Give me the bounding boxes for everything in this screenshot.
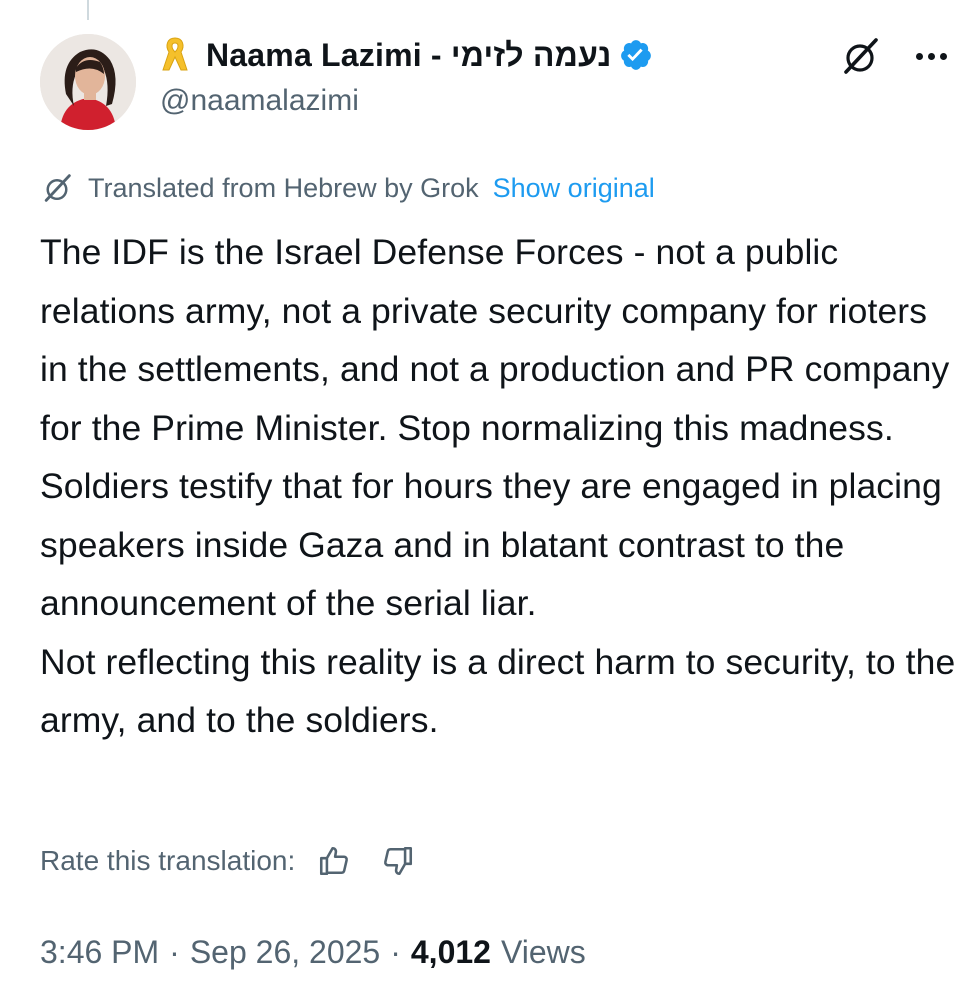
tweet-date[interactable]: Sep 26, 2025 <box>190 934 380 971</box>
translation-notice-text: Translated from Hebrew by Grok <box>88 172 479 203</box>
meta-separator: · <box>390 933 401 970</box>
tweet-time[interactable]: 3:46 PM <box>40 934 159 971</box>
tweet-meta: 3:46 PM · Sep 26, 2025 · 4,012 Views <box>40 928 586 976</box>
rate-translation: Rate this translation: <box>40 838 415 884</box>
thumbs-up-icon[interactable] <box>317 844 351 878</box>
grok-icon[interactable] <box>838 34 882 78</box>
more-options-icon[interactable] <box>916 34 947 78</box>
tweet-text: The IDF is the Israel Defense Forces - n… <box>40 223 960 750</box>
views-label[interactable]: Views <box>501 934 586 971</box>
tweet-paragraph: The IDF is the Israel Defense Forces - n… <box>40 232 950 448</box>
author-display-name[interactable]: Naama Lazimi - נעמה לזימי <box>206 37 611 74</box>
tweet-header: Naama Lazimi - נעמה לזימי @naamalazimi <box>160 30 947 130</box>
thread-line <box>87 0 89 20</box>
avatar[interactable] <box>40 34 136 130</box>
yellow-ribbon-icon <box>162 37 188 71</box>
verified-badge-icon[interactable] <box>619 38 653 72</box>
translation-notice: Translated from Hebrew by Grok Show orig… <box>40 168 655 208</box>
show-original-link[interactable]: Show original <box>493 173 655 204</box>
thumbs-down-icon[interactable] <box>381 844 415 878</box>
header-actions <box>838 34 947 78</box>
avatar-image <box>40 34 136 130</box>
views-count[interactable]: 4,012 <box>411 934 491 971</box>
name-row: Naama Lazimi - נעמה לזימי <box>160 30 947 80</box>
rate-translation-label: Rate this translation: <box>40 845 296 876</box>
tweet-paragraph: Soldiers testify that for hours they are… <box>40 466 942 623</box>
author-handle[interactable]: @naamalazimi <box>160 84 947 118</box>
meta-separator: · <box>169 933 180 970</box>
grok-translate-icon <box>44 174 71 202</box>
tweet-paragraph: Not reflecting this reality is a direct … <box>40 641 956 741</box>
